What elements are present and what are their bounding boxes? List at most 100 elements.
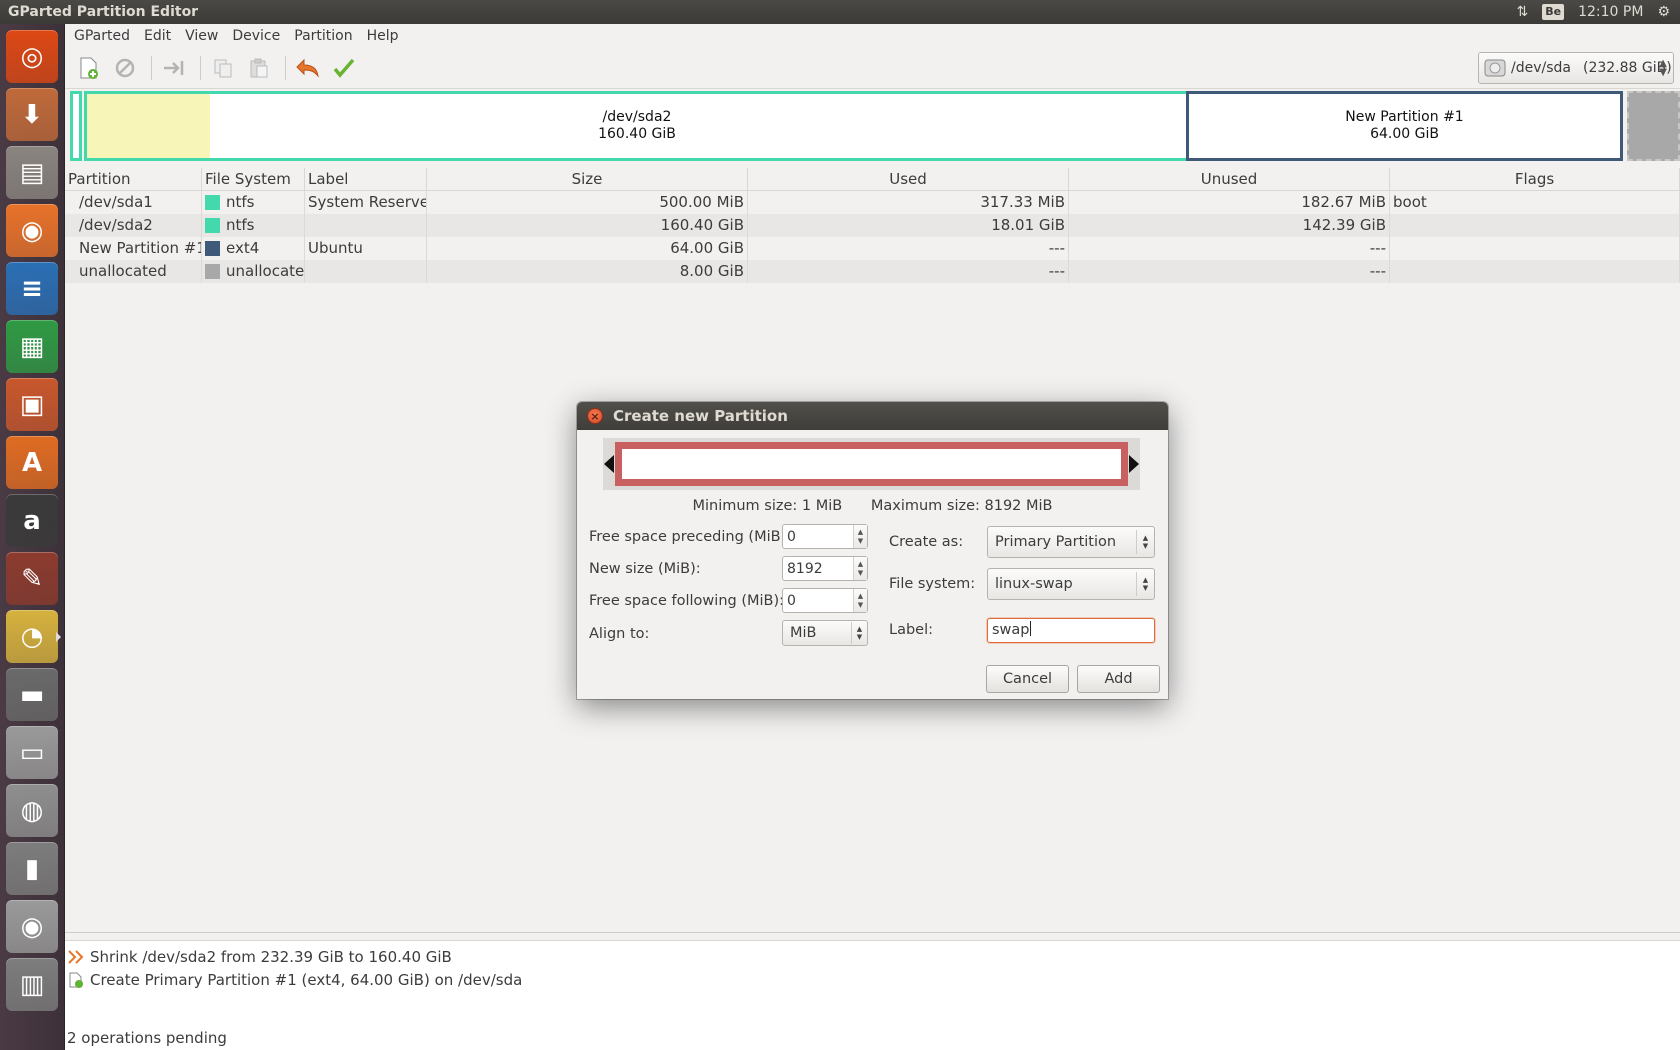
copy-button[interactable]	[207, 52, 239, 84]
column-header-flags[interactable]: Flags	[1390, 167, 1680, 191]
launcher-impress[interactable]: ▣	[6, 378, 58, 431]
file-system-text: ext4	[226, 239, 260, 257]
column-header-file-system[interactable]: File System	[202, 167, 305, 191]
partition-map-sda1[interactable]	[70, 91, 82, 161]
menu-help[interactable]: Help	[360, 24, 406, 48]
column-header-size[interactable]: Size	[427, 167, 748, 191]
pane-divider[interactable]	[65, 932, 1680, 940]
table-row[interactable]: /dev/sda2 ntfs 160.40 GiB 18.01 GiB 142.39 G…	[65, 214, 1680, 237]
cell-size: 500.00 MiB	[427, 191, 748, 214]
paste-button[interactable]	[243, 52, 275, 84]
resizer-partition-bar[interactable]	[615, 442, 1128, 486]
align-to-combo[interactable]: MiB ▲ ▼	[782, 620, 868, 646]
menu-gparted[interactable]: GParted	[67, 24, 137, 48]
partition-map-new-partition[interactable]: New Partition #1 64.00 GiB	[1186, 91, 1623, 161]
launcher-amazon[interactable]: a	[6, 494, 58, 547]
resize-move-button[interactable]	[158, 52, 190, 84]
menu-partition[interactable]: Partition	[287, 24, 359, 48]
label-input[interactable]: swap	[987, 618, 1155, 643]
keyboard-layout-indicator[interactable]: Be	[1542, 4, 1565, 20]
top-panel: GParted Partition Editor ⇅ Be 12:10 PM ⚙	[0, 0, 1680, 24]
partition-map-sda2-size: 160.40 GiB	[598, 126, 676, 142]
resize-handle-right-icon[interactable]	[1129, 455, 1139, 473]
checkmark-icon	[333, 58, 355, 78]
dialog-titlebar[interactable]: × Create new Partition	[577, 402, 1168, 430]
installer-icon: ⬇	[21, 99, 43, 130]
cell-flags: boot	[1390, 191, 1680, 214]
launcher-drive-2[interactable]: ◍	[6, 784, 58, 837]
free-space-following-spin[interactable]: 0 ▲ ▼	[782, 588, 868, 613]
partition-map-new-name: New Partition #1	[1345, 109, 1464, 125]
no-entry-icon	[115, 58, 135, 78]
spin-arrows-icon[interactable]: ▲ ▼	[853, 589, 867, 612]
resize-handle-left-icon[interactable]	[604, 455, 614, 473]
menu-device[interactable]: Device	[225, 24, 287, 48]
cell-file-system: unallocated	[202, 260, 305, 283]
launcher-floppy[interactable]: ▬	[6, 668, 58, 721]
file-system-label: File system:	[889, 576, 976, 592]
apply-button[interactable]	[328, 52, 360, 84]
launcher-system-installer[interactable]: ⬇	[6, 88, 58, 141]
cancel-button[interactable]: Cancel	[986, 665, 1069, 693]
ubuntu-logo-icon: ◎	[20, 41, 44, 72]
column-header-partition[interactable]: Partition	[65, 167, 202, 191]
column-header-unused[interactable]: Unused	[1069, 167, 1390, 191]
new-size-value[interactable]: 8192	[783, 561, 853, 577]
launcher-firefox[interactable]: ◉	[6, 204, 58, 257]
table-row[interactable]: /dev/sda1 ntfs System Reserved 500.00 MiB 31…	[65, 191, 1680, 214]
table-row[interactable]: New Partition #1 ext4 Ubuntu 64.00 GiB --- --…	[65, 237, 1680, 260]
toolbar: /dev/sda (232.88 GiB) ▲ ▼	[65, 48, 1680, 89]
toolbar-separator	[200, 56, 201, 80]
align-to-value: MiB	[790, 625, 817, 641]
network-icon[interactable]: ⇅	[1517, 4, 1529, 20]
menu-view[interactable]: View	[178, 24, 225, 48]
file-system-combo[interactable]: linux-swap ▲ ▼	[987, 568, 1155, 600]
undo-button[interactable]	[292, 52, 324, 84]
menu-edit[interactable]: Edit	[137, 24, 178, 48]
column-header-label[interactable]: Label	[305, 167, 427, 191]
window-title: GParted Partition Editor	[8, 4, 199, 20]
delete-partition-button[interactable]	[109, 52, 141, 84]
copy-icon	[214, 59, 232, 78]
operation-item[interactable]: Shrink /dev/sda2 from 232.39 GiB to 160.…	[65, 945, 1680, 968]
size-info: Minimum size: 1 MiB Maximum size: 8192 M…	[577, 498, 1168, 514]
operation-text: Create Primary Partition #1 (ext4, 64.00…	[90, 970, 523, 989]
column-header-used[interactable]: Used	[748, 167, 1069, 191]
device-selector[interactable]: /dev/sda (232.88 GiB) ▲ ▼	[1478, 52, 1674, 84]
launcher-calc[interactable]: ▦	[6, 320, 58, 373]
free-space-preceding-spin[interactable]: 0 ▲ ▼	[782, 524, 868, 549]
cell-flags	[1390, 214, 1680, 237]
partition-map-sda2[interactable]: /dev/sda2 160.40 GiB	[84, 91, 1190, 161]
spin-arrows-icon[interactable]: ▲ ▼	[853, 525, 867, 548]
partition-resizer[interactable]	[603, 438, 1140, 490]
launcher-file-manager[interactable]: ▤	[6, 146, 58, 199]
new-size-spin[interactable]: 8192 ▲ ▼	[782, 556, 868, 581]
launcher-trash[interactable]: ▥	[6, 958, 58, 1011]
cell-unused: ---	[1069, 237, 1390, 260]
cell-partition: New Partition #1	[65, 237, 202, 260]
launcher-dash-home[interactable]: ◎	[6, 30, 58, 83]
launcher-media-player[interactable]: ▮	[6, 842, 58, 895]
operation-item[interactable]: Create Primary Partition #1 (ext4, 64.00…	[65, 968, 1680, 991]
toolbar-separator	[285, 56, 286, 80]
cell-used: ---	[748, 260, 1069, 283]
gear-icon[interactable]: ⚙	[1657, 4, 1670, 20]
add-button[interactable]: Add	[1077, 665, 1160, 693]
table-row[interactable]: unallocatedunallocated8.00 GiB------	[65, 260, 1680, 283]
cell-label: System Reserved	[305, 191, 427, 214]
free-space-following-value[interactable]: 0	[783, 593, 853, 609]
launcher-software-center[interactable]: A	[6, 436, 58, 489]
free-space-preceding-value[interactable]: 0	[783, 529, 853, 545]
create-as-combo[interactable]: Primary Partition ▲ ▼	[987, 526, 1155, 558]
launcher-writer[interactable]: ≡	[6, 262, 58, 315]
close-icon[interactable]: ×	[587, 408, 603, 424]
launcher-drive-1[interactable]: ▭	[6, 726, 58, 779]
launcher-gparted[interactable]: ◔	[6, 610, 61, 663]
new-partition-button[interactable]	[73, 52, 105, 84]
spin-arrows-icon[interactable]: ▲ ▼	[853, 557, 867, 580]
partition-map-unallocated[interactable]	[1627, 91, 1680, 161]
launcher-system-settings[interactable]: ✎	[6, 552, 58, 605]
clock[interactable]: 12:10 PM	[1578, 4, 1643, 20]
launcher-optical-drive[interactable]: ◉	[6, 900, 58, 953]
up-down-arrows-icon: ▲ ▼	[1659, 58, 1667, 78]
